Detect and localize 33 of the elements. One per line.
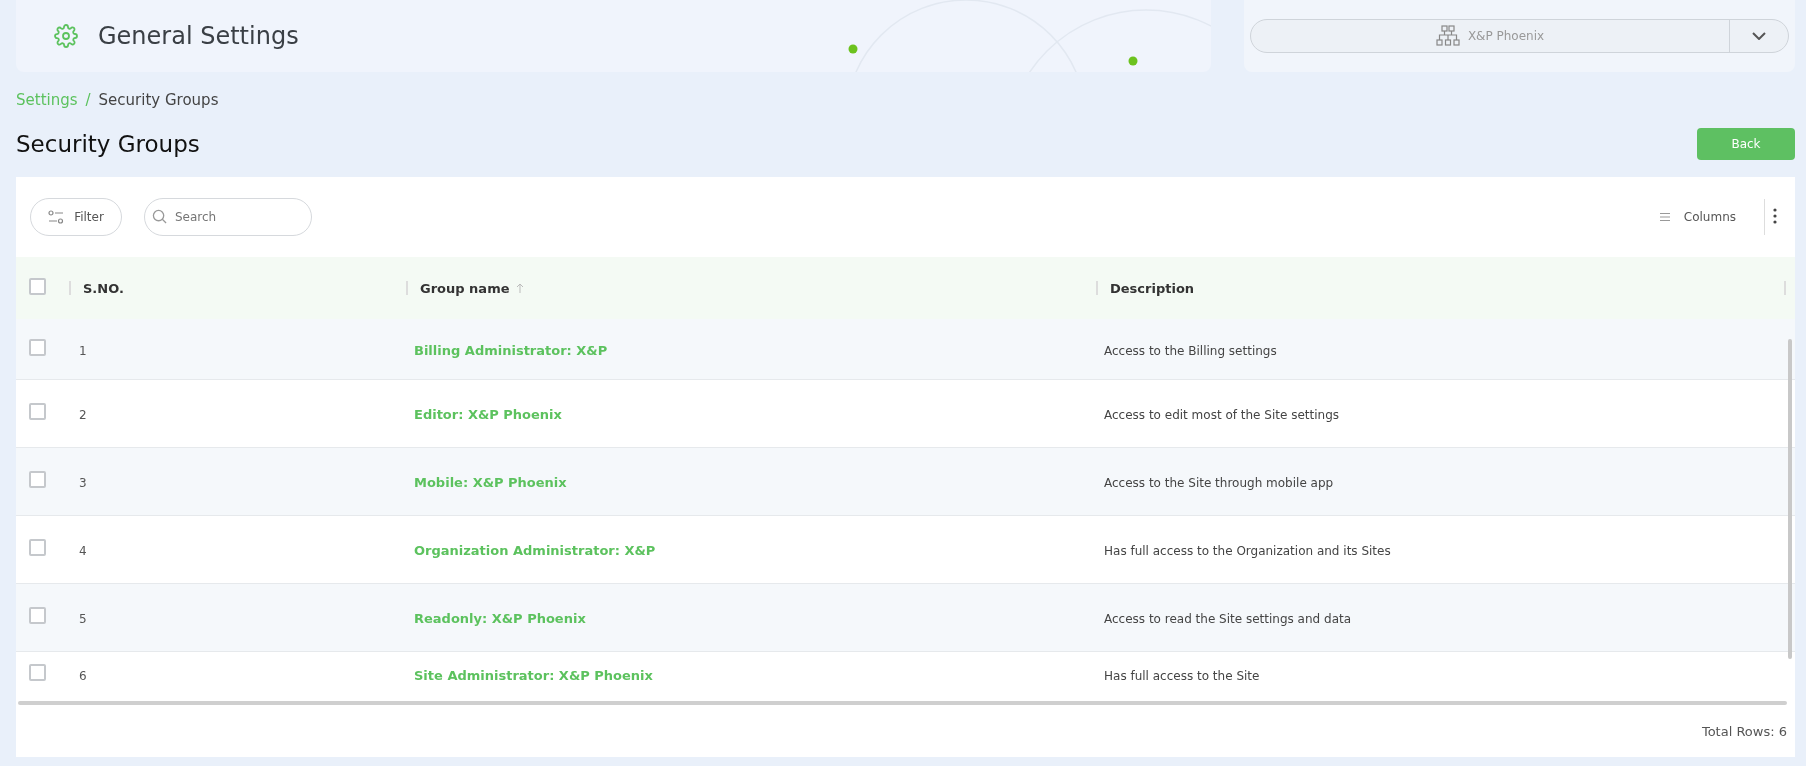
- page-title: Security Groups: [16, 131, 200, 157]
- organization-name: X&P Phoenix: [1467, 29, 1545, 43]
- organization-dropdown[interactable]: X&P Phoenix: [1250, 19, 1789, 53]
- table-cell: 6: [79, 669, 87, 683]
- table-cell: 4: [79, 544, 87, 558]
- group-name-link[interactable]: Organization Administrator: X&P: [414, 543, 656, 558]
- columns-button[interactable]: Columns: [1653, 209, 1742, 225]
- table-cell: Access to edit most of the Site settings: [1104, 408, 1339, 422]
- group-name-link[interactable]: Readonly: X&P Phoenix: [414, 611, 586, 626]
- table-cell: Has full access to the Organization and its Sites: [1104, 544, 1391, 558]
- table-cell: 1: [79, 343, 87, 358]
- table-cell: Access to the Billing settings: [1104, 343, 1277, 358]
- table-cell: Has full access to the Site: [1104, 669, 1260, 683]
- table-cell: Access to read the Site settings and data: [1104, 612, 1352, 626]
- table-cell: 3: [79, 476, 87, 490]
- breadcrumb-separator: /: [85, 91, 91, 109]
- table-cell: 2: [79, 408, 87, 422]
- group-name-link[interactable]: Mobile: X&P Phoenix: [414, 475, 567, 490]
- group-name-link[interactable]: Editor: X&P Phoenix: [414, 407, 562, 422]
- column-header[interactable]: S.NO.: [83, 280, 124, 296]
- group-name-link[interactable]: Site Administrator: X&P Phoenix: [414, 668, 653, 683]
- table-cell: 5: [79, 612, 87, 626]
- column-header[interactable]: Group name: [420, 280, 524, 296]
- group-name-link[interactable]: Billing Administrator: X&P: [414, 342, 608, 358]
- filter-button[interactable]: Filter: [30, 198, 122, 236]
- breadcrumb-current: Security Groups: [98, 91, 219, 109]
- back-button[interactable]: Back: [1697, 128, 1795, 160]
- breadcrumb-link[interactable]: Settings: [16, 91, 78, 109]
- column-header[interactable]: Description: [1110, 280, 1195, 296]
- page-header-title: General Settings: [98, 22, 299, 50]
- table-cell: Access to the Site through mobile app: [1104, 476, 1334, 490]
- total-rows-count: Total Rows: 6: [1701, 723, 1787, 739]
- search-field[interactable]: Search: [144, 198, 312, 236]
